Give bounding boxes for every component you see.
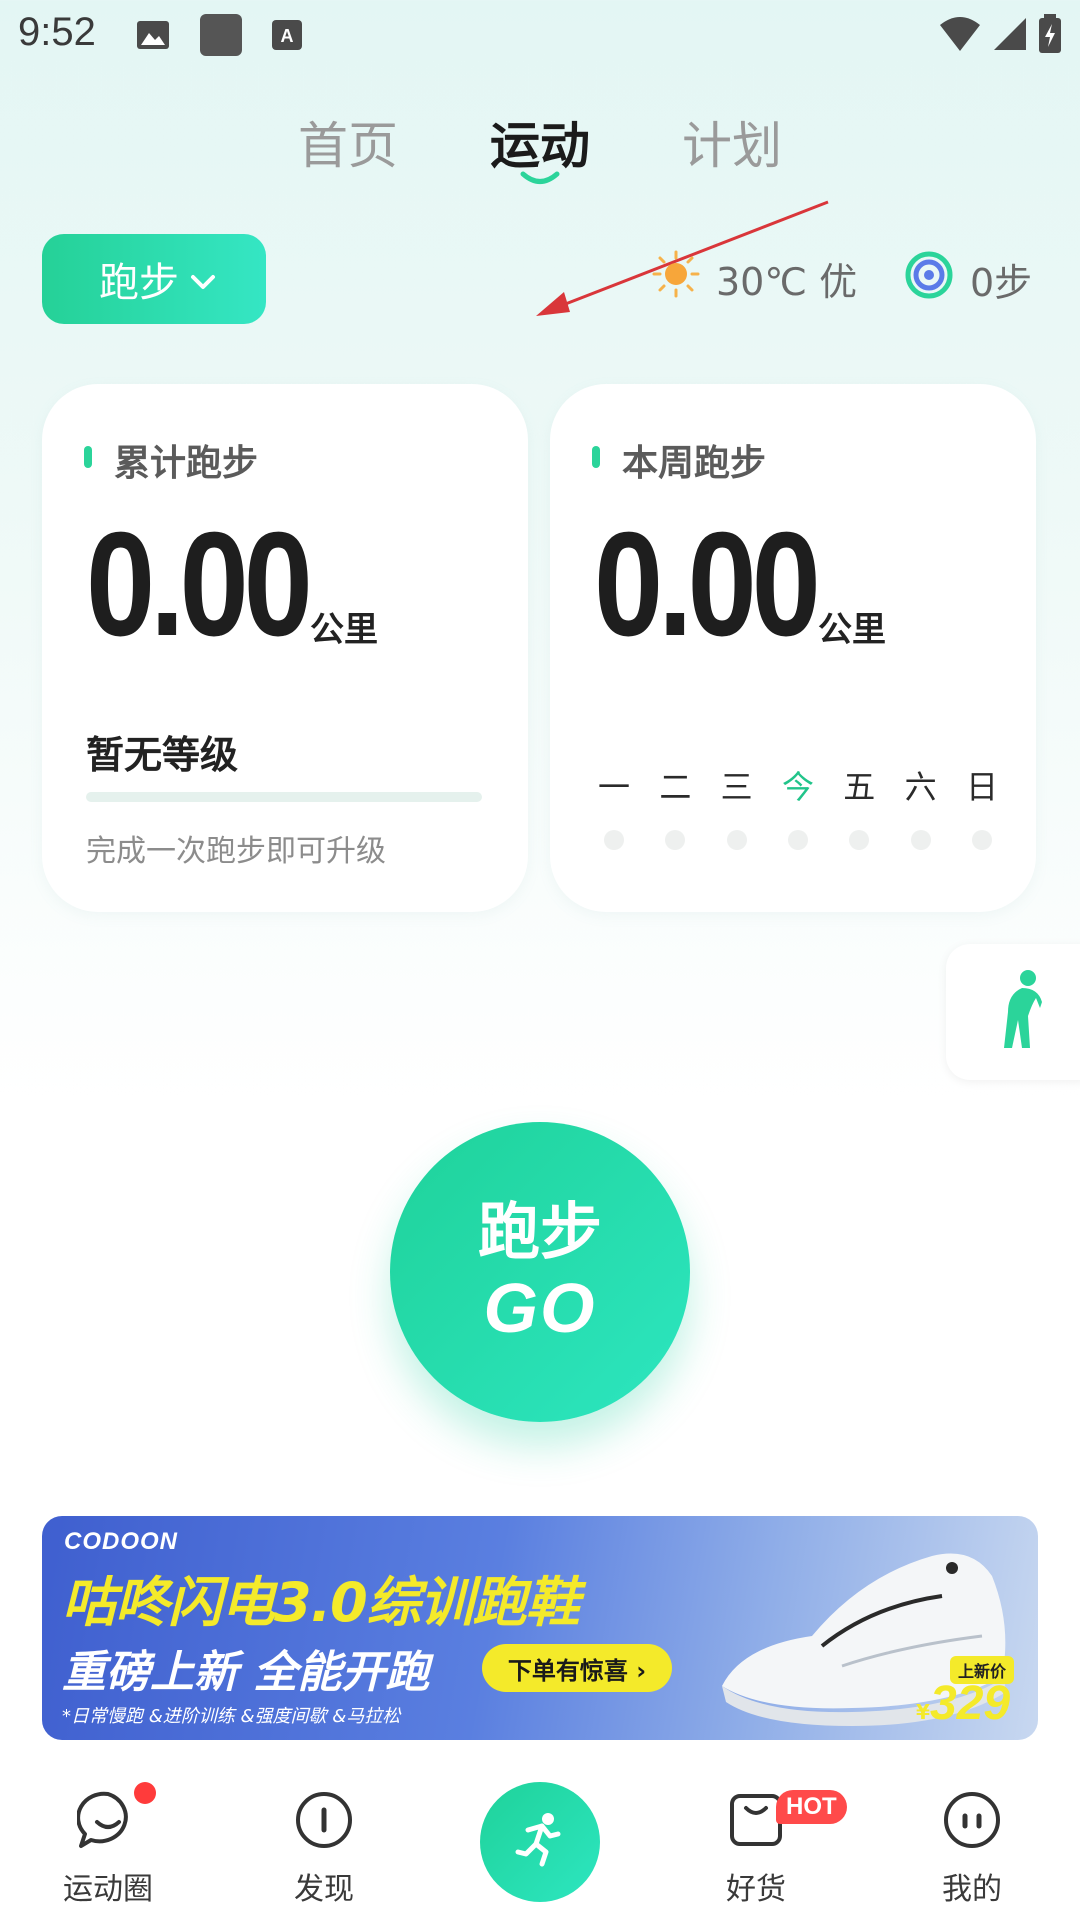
weekly-running-card[interactable]: 本周跑步 0.00 公里 一 二 三 今 五 六 日 [550, 384, 1036, 912]
title-marker [84, 446, 92, 468]
nav-discover[interactable]: 发现 [254, 1790, 394, 1908]
banner-subtitle: 重磅上新 全能开跑 [62, 1647, 430, 1698]
card-title: 本周跑步 [622, 443, 767, 484]
running-man-icon [510, 1810, 570, 1874]
distance-unit: 公里 [310, 610, 378, 650]
start-running-button[interactable]: 跑步 GO [390, 1122, 690, 1422]
sun-icon [652, 250, 700, 307]
sport-type-selector[interactable]: 跑步 [42, 234, 266, 324]
tab-plan[interactable]: 计划 [682, 106, 782, 178]
promo-banner[interactable]: CODOON 咕咚闪电3.0综训跑鞋 重磅上新 全能开跑 下单有惊喜 › *日常… [42, 1516, 1038, 1740]
stretch-float-button[interactable] [946, 944, 1080, 1080]
cumulative-running-card[interactable]: 累计跑步 0.00 公里 暂无等级 完成一次跑步即可升级 [42, 384, 528, 912]
day-dot [962, 830, 1002, 850]
hot-badge: HOT [776, 1790, 847, 1824]
nav-label: 运动圈 [63, 1872, 153, 1907]
weekday-dots [594, 830, 1002, 850]
steps-ring-icon [904, 250, 954, 309]
day-dot [717, 830, 757, 850]
bottom-navigation: 运动圈 发现 好货 我的 [0, 1760, 1080, 1920]
level-hint: 完成一次跑步即可升级 [86, 834, 386, 869]
chat-bubble-icon [76, 1790, 139, 1854]
go-button-go: GO [483, 1269, 597, 1347]
weekday-label: 五 [843, 768, 876, 806]
step-counter[interactable]: 0步 [904, 250, 1032, 309]
compass-icon [294, 1790, 354, 1854]
tab-sport[interactable]: 运动 [490, 106, 590, 178]
nav-label: 发现 [294, 1872, 354, 1907]
app-square-icon [200, 14, 242, 56]
banner-brand-logo: CODOON [64, 1528, 178, 1555]
keyboard-icon: A [270, 18, 304, 52]
level-text: 暂无等级 [86, 733, 239, 777]
nav-mine[interactable]: 我的 [902, 1790, 1042, 1908]
wifi-icon [938, 15, 982, 57]
tab-active-indicator [520, 170, 560, 184]
nav-label: 好货 [726, 1872, 786, 1907]
weekday-label-today: 今 [781, 768, 814, 806]
go-button-label: 跑步 [477, 1195, 602, 1268]
day-dot [655, 830, 695, 850]
day-dot [594, 830, 634, 850]
banner-title: 咕咚闪电3.0综训跑鞋 [62, 1571, 580, 1634]
signal-icon [992, 16, 1028, 56]
currency-symbol: ¥ [916, 1700, 930, 1724]
notification-dot [134, 1782, 156, 1804]
sport-type-label: 跑步 [99, 260, 179, 306]
tab-home[interactable]: 首页 [298, 106, 398, 178]
cumulative-distance-value: 0.00 [86, 502, 313, 667]
status-time: 9:52 [18, 10, 96, 54]
steps-text: 0步 [970, 261, 1033, 305]
face-icon [942, 1790, 1002, 1854]
day-dot [901, 830, 941, 850]
nav-sport-circle[interactable]: 运动圈 [38, 1790, 178, 1908]
banner-cta-button[interactable]: 下单有惊喜 › [482, 1644, 672, 1692]
nav-run-button[interactable] [480, 1782, 600, 1902]
distance-unit: 公里 [818, 610, 886, 650]
day-dot [778, 830, 818, 850]
weather-info[interactable]: 30℃ 优 [652, 250, 857, 307]
weather-text: 30℃ 优 [716, 260, 858, 304]
status-right [938, 14, 1062, 58]
level-progress-bar [86, 792, 482, 802]
gallery-icon [136, 18, 170, 52]
nav-label: 我的 [942, 1872, 1002, 1907]
weekday-label: 二 [659, 768, 692, 806]
battery-icon [1038, 14, 1062, 58]
card-title: 累计跑步 [114, 443, 259, 484]
day-dot [839, 830, 879, 850]
weekday-label: 六 [904, 768, 937, 806]
title-marker [592, 446, 600, 468]
weekday-label: 三 [720, 768, 753, 806]
chevron-down-icon [189, 256, 217, 302]
banner-tags: *日常慢跑 &进阶训练 &强度间歇 &马拉松 [62, 1706, 401, 1727]
banner-price: 329 [930, 1677, 1011, 1730]
status-bar: 9:52 A [0, 0, 1080, 74]
weekday-label: 日 [965, 768, 998, 806]
svg-text:A: A [281, 26, 294, 46]
stretching-figure-icon [998, 968, 1042, 1056]
weekly-distance-value: 0.00 [594, 502, 821, 667]
weekday-row: 一 二 三 今 五 六 日 [594, 762, 1002, 808]
weekday-label: 一 [597, 768, 630, 806]
